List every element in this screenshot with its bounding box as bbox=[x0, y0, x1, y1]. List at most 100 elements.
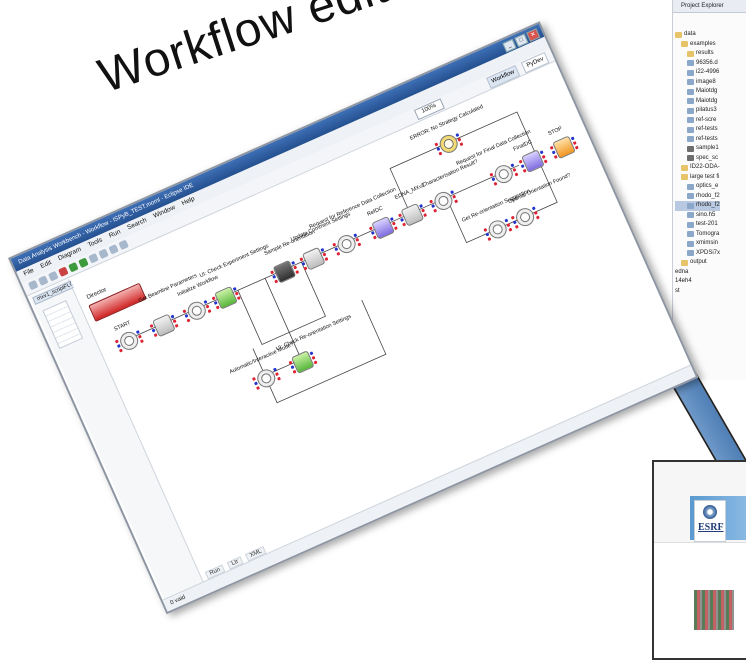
file-icon bbox=[687, 98, 694, 105]
file-icon bbox=[687, 183, 694, 190]
folder-icon bbox=[681, 41, 688, 48]
redo-icon[interactable] bbox=[98, 248, 109, 260]
file-icon bbox=[687, 240, 694, 247]
folder-icon bbox=[687, 50, 694, 57]
file-icon bbox=[687, 221, 694, 228]
project-explorer-header: Project Explorer bbox=[673, 0, 746, 13]
file-icon bbox=[687, 60, 694, 67]
esrf-logo: ESRF bbox=[694, 500, 726, 542]
undo-icon[interactable] bbox=[88, 252, 99, 264]
tree-item[interactable]: test-201 bbox=[675, 220, 720, 230]
tree-item-label: results bbox=[696, 50, 714, 56]
tree-item[interactable]: image8 bbox=[675, 78, 720, 88]
tree-item[interactable]: i22-4996 bbox=[675, 68, 720, 78]
tree-item[interactable]: ref-scre bbox=[675, 116, 720, 126]
print-icon[interactable] bbox=[48, 270, 59, 282]
tree-item[interactable]: spec_sc bbox=[675, 154, 720, 164]
tree-item[interactable]: edna bbox=[675, 268, 720, 278]
folder-icon bbox=[681, 164, 688, 171]
file-icon bbox=[687, 231, 694, 238]
tree-item[interactable]: xmimsin bbox=[675, 239, 720, 249]
file-icon bbox=[687, 193, 694, 200]
align-icon[interactable] bbox=[108, 244, 119, 255]
beamline-image bbox=[694, 590, 734, 630]
tree-item-label: output bbox=[690, 259, 707, 265]
tree-item[interactable]: large test fi bbox=[675, 173, 720, 183]
tree-item-label: test-201 bbox=[696, 221, 718, 227]
tree-item-label: xmimsin bbox=[696, 240, 718, 246]
tree-item-label: Maiotdg bbox=[696, 88, 718, 94]
tree-item-label: ID22-ODA- bbox=[690, 164, 720, 170]
tree-item[interactable]: ref-tests bbox=[675, 135, 720, 145]
file-icon bbox=[687, 155, 694, 162]
tree-item-label: sample1 bbox=[696, 145, 719, 151]
tree-item-label: st bbox=[675, 287, 680, 294]
tree-item[interactable]: Tomogra bbox=[675, 230, 720, 240]
workflow-editor-window: Data Analysis Workbench - Workflow - ISP… bbox=[8, 21, 699, 615]
file-icon bbox=[687, 212, 694, 219]
tree-item-label: Maiotdg bbox=[696, 97, 718, 104]
tree-item[interactable]: rhodo_f2 bbox=[675, 201, 721, 211]
tree-item[interactable]: sino.h5 bbox=[675, 211, 720, 221]
tree-item-label: data bbox=[684, 31, 696, 37]
tree-item-label: Tomogra bbox=[696, 230, 720, 237]
grid-icon[interactable] bbox=[118, 239, 129, 251]
run-icon[interactable] bbox=[68, 261, 79, 273]
file-icon bbox=[687, 117, 694, 124]
tree-item-label: rhodo_f2 bbox=[696, 192, 720, 199]
tree-item-label: i22-4996 bbox=[696, 69, 720, 75]
esrf-sun-icon bbox=[703, 505, 717, 519]
tree-item[interactable]: sample1 bbox=[675, 144, 720, 154]
file-icon bbox=[687, 126, 694, 133]
tree-item-label: sino.h5 bbox=[696, 211, 716, 218]
tree-item-label: ref-scre bbox=[696, 116, 717, 123]
tree-item[interactable]: 96356.d bbox=[675, 59, 720, 69]
file-icon bbox=[687, 136, 694, 143]
tree-item[interactable]: output bbox=[675, 258, 720, 268]
tree-item-label: 14eh4 bbox=[675, 278, 692, 284]
tree-item-label: 96356.d bbox=[696, 59, 718, 66]
tree-item-label: rhodo_f2 bbox=[696, 202, 720, 208]
esrf-logo-text: ESRF bbox=[698, 522, 724, 533]
tree-item-label: examples bbox=[690, 40, 716, 47]
tree-item-label: XPDSi7x bbox=[696, 249, 721, 256]
folder-icon bbox=[675, 31, 682, 38]
tree-item-label: ref-tests bbox=[696, 126, 718, 132]
esrf-card: ESRF bbox=[652, 460, 746, 660]
file-icon bbox=[687, 145, 694, 152]
folder-icon bbox=[681, 174, 688, 181]
file-icon bbox=[687, 88, 694, 95]
tree-item-label: image8 bbox=[696, 78, 716, 85]
tree-item[interactable]: examples bbox=[675, 40, 720, 50]
save-icon[interactable] bbox=[37, 275, 49, 286]
tree-item[interactable]: ID22-ODA- bbox=[675, 163, 720, 173]
folder-icon bbox=[681, 259, 688, 266]
tree-item[interactable]: Maiotdg bbox=[675, 97, 720, 107]
stop-icon[interactable] bbox=[58, 266, 69, 277]
tree-item[interactable]: Maiotdg bbox=[675, 87, 720, 97]
new-icon[interactable] bbox=[27, 279, 39, 291]
tree-item[interactable]: data bbox=[675, 30, 720, 40]
tree-item[interactable]: 14eh4 bbox=[675, 277, 720, 287]
tree-item[interactable]: rhodo_f2 bbox=[675, 192, 720, 202]
tree-item[interactable]: results bbox=[675, 49, 720, 59]
tree-item-label: optics_e bbox=[696, 183, 719, 189]
tree-item[interactable]: st bbox=[675, 287, 720, 297]
tree-item-label: spec_sc bbox=[696, 154, 719, 161]
tree-item-label: edna bbox=[675, 268, 689, 275]
tree-item[interactable]: pilatus3 bbox=[675, 106, 720, 116]
debug-icon[interactable] bbox=[78, 257, 89, 269]
tree-item[interactable]: XPDSi7x bbox=[675, 249, 720, 259]
project-tree: data examples results 96356.d i22-4996 image8… bbox=[675, 30, 721, 297]
tree-item[interactable]: ref-tests bbox=[675, 125, 720, 135]
file-icon bbox=[687, 107, 694, 114]
actor-palette[interactable] bbox=[42, 299, 84, 349]
tree-item-label: pilatus3 bbox=[696, 107, 717, 113]
file-icon bbox=[687, 79, 694, 86]
project-explorer: Project Explorer data examples results 9635… bbox=[672, 0, 746, 380]
file-icon bbox=[687, 202, 694, 209]
tree-item[interactable]: optics_e bbox=[675, 182, 720, 192]
file-icon bbox=[687, 69, 694, 76]
file-icon bbox=[687, 250, 694, 257]
tree-item-label: large test fi bbox=[690, 173, 720, 180]
